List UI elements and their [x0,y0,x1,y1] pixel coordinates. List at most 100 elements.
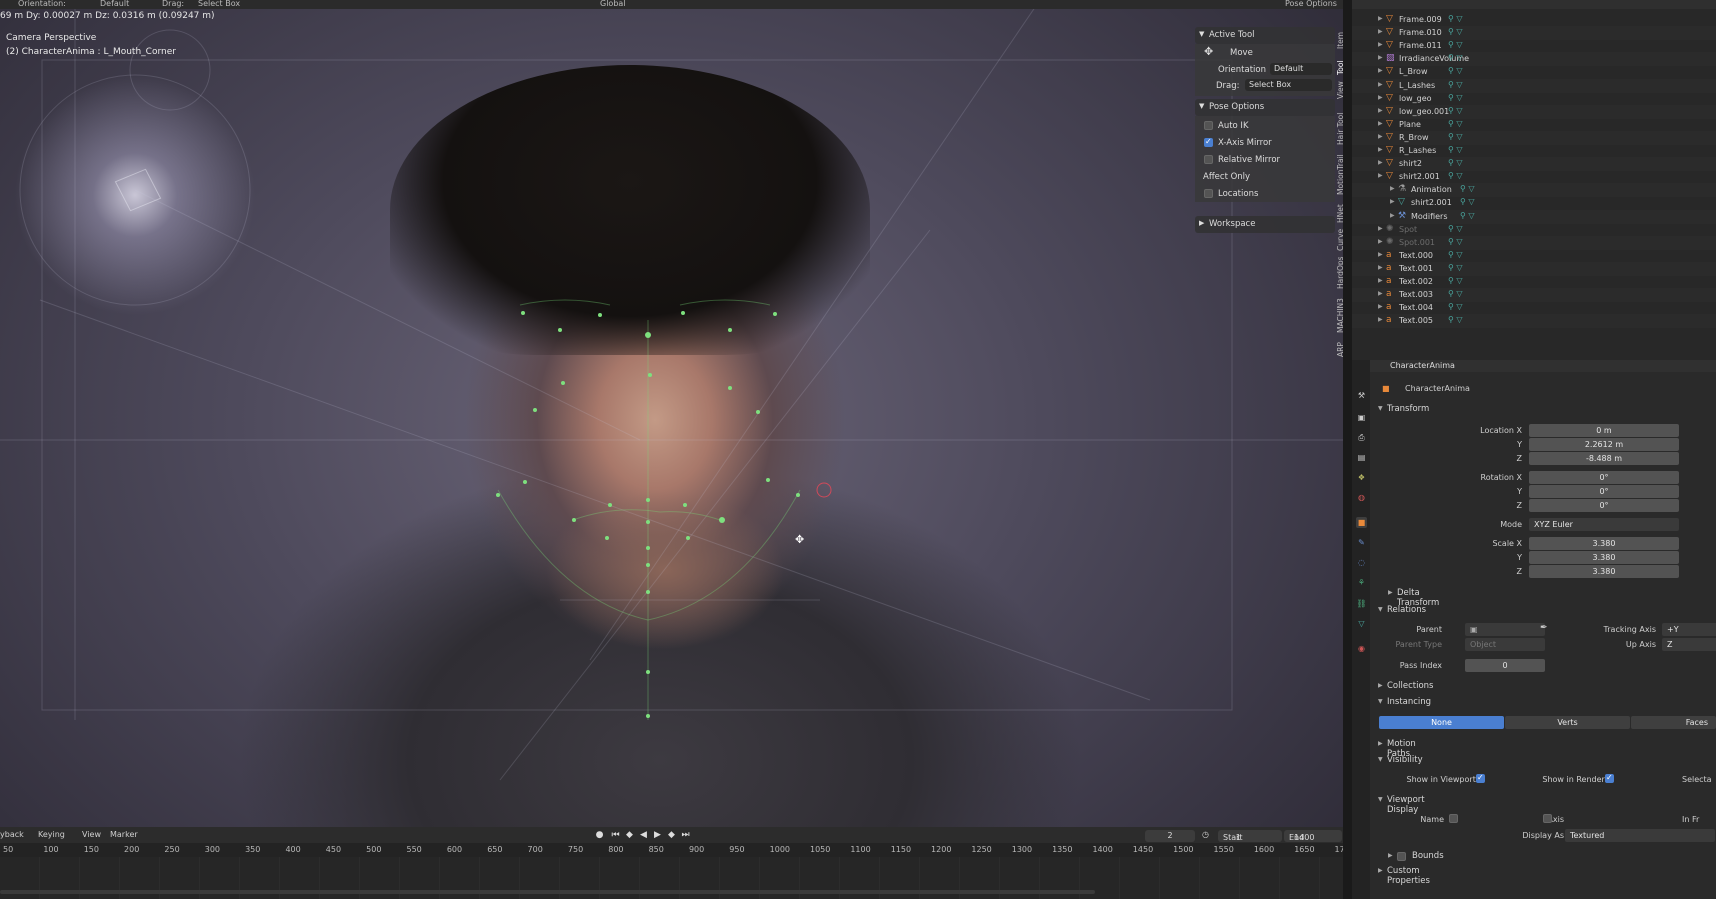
expand-icon[interactable]: ▶ [1378,264,1383,271]
modifier-data-icon[interactable]: ⚲ ▽ [1448,80,1463,89]
area-divider[interactable] [1343,0,1352,899]
expand-icon[interactable]: ▶ [1378,94,1383,101]
modifier-data-icon[interactable]: ⚲ ▽ [1460,197,1475,206]
modifier-data-icon[interactable]: ⚲ ▽ [1448,40,1463,49]
outliner-row[interactable]: ▶ ▽ shirt2.001 ⚲ ▽ [1352,196,1716,210]
expand-icon[interactable]: ▶ [1378,54,1383,61]
tracking-axis-select[interactable]: +Y [1662,623,1716,636]
record-button[interactable]: ● [594,830,605,841]
workspace-header[interactable]: ▶ Workspace [1195,216,1335,233]
rotation-z-field[interactable]: 0° [1529,499,1679,512]
outliner-row[interactable]: ▶ ▽ R_Brow ⚲ ▽ [1352,130,1716,145]
drag-select[interactable]: Select Box [1245,79,1332,91]
x-axis-mirror-checkbox[interactable] [1204,137,1213,147]
outliner-row[interactable]: ▶ ▽ R_Lashes ⚲ ▽ [1352,144,1716,158]
modifier-data-icon[interactable]: ⚲ ▽ [1448,224,1463,233]
modifier-data-icon[interactable]: ⚲ ▽ [1460,211,1475,220]
3d-viewport[interactable]: ✥ Orientation: Default Drag: Select Box … [0,0,1343,827]
pass-index-field[interactable]: 0 [1465,659,1545,672]
outliner-row[interactable]: ▶ a Text.000 ⚲ ▽ [1352,249,1716,263]
expand-icon[interactable]: ▶ [1378,67,1383,74]
expand-icon[interactable]: ▶ [1378,251,1383,258]
modifier-data-icon[interactable]: ⚲ ▽ [1448,263,1463,272]
outliner-row[interactable]: ▶ ⚒ Modifiers ⚲ ▽ [1352,209,1716,224]
modifier-data-icon[interactable]: ⚲ ▽ [1448,237,1463,246]
expand-icon[interactable]: ▶ [1378,238,1383,245]
expand-icon[interactable]: ▶ [1378,225,1383,232]
scene-tab-icon[interactable]: ❖ [1356,472,1367,483]
play-reverse-icon[interactable]: ◀ [638,830,649,841]
transform-orientation-dropdown[interactable]: Global [600,0,626,8]
eyedropper-icon[interactable]: ✒ [1540,623,1548,633]
expand-icon[interactable]: ▶ [1378,107,1383,114]
view-layer-tab-icon[interactable]: ▤ [1356,452,1367,463]
modifier-data-icon[interactable]: ⚲ ▽ [1448,93,1463,102]
expand-icon[interactable]: ▶ [1378,277,1383,284]
location-z-field[interactable]: -8.488 m [1529,452,1679,465]
outliner-row[interactable]: ▶ ▽ Frame.011 ⚲ ▽ [1352,39,1716,53]
outliner-row[interactable]: ▶ ⚗ Animation ⚲ ▽ [1352,183,1716,198]
outliner-row[interactable]: ▶ ▽ Plane ⚲ ▽ [1352,118,1716,132]
expand-icon[interactable]: ▶ [1390,185,1395,192]
locations-checkbox[interactable] [1204,189,1213,198]
output-tab-icon[interactable]: ⎙ [1356,432,1367,443]
modifier-data-icon[interactable]: ⚲ ▽ [1448,302,1463,311]
relative-mirror-checkbox[interactable] [1204,155,1213,164]
clock-icon[interactable]: ◷ [1202,830,1209,839]
end-frame-field[interactable]: End 1400 [1284,830,1342,842]
jump-end-icon[interactable]: ⏭ [680,830,691,841]
expand-icon[interactable]: ▶ [1378,316,1383,323]
parent-field[interactable]: ▣ [1465,623,1545,636]
modifier-data-icon[interactable]: ⚲ ▽ [1448,250,1463,259]
outliner-row[interactable]: ▶ a Text.005 ⚲ ▽ [1352,314,1716,329]
modifier-data-icon[interactable]: ⚲ ▽ [1448,14,1463,23]
modifier-data-icon[interactable]: ⚲ ▽ [1448,27,1463,36]
scale-y-field[interactable]: 3.380 [1529,551,1679,564]
instancing-faces-button[interactable]: Faces [1631,716,1716,729]
outliner-row[interactable]: ▶ a Text.004 ⚲ ▽ [1352,301,1716,315]
instancing-verts-button[interactable]: Verts [1505,716,1630,729]
expand-icon[interactable]: ▶ [1378,81,1383,88]
timeline-area[interactable] [0,857,1352,899]
object-tab-icon[interactable]: ■ [1356,517,1367,528]
modifier-data-icon[interactable]: ⚲ ▽ [1448,66,1463,75]
expand-icon[interactable]: ▶ [1378,159,1383,166]
outliner-row[interactable]: ▶ ▽ Frame.009 ⚲ ▽ [1352,13,1716,27]
expand-icon[interactable]: ▶ [1378,15,1383,22]
show-viewports-checkbox[interactable] [1476,773,1485,783]
playback-menu[interactable]: yback [0,830,24,839]
expand-icon[interactable]: ▶ [1378,290,1383,297]
rotation-x-field[interactable]: 0° [1529,471,1679,484]
rotation-mode-select[interactable]: XYZ Euler [1529,518,1679,531]
next-keyframe-icon[interactable]: ◆ [666,830,677,841]
outliner-row[interactable]: ▶ a Text.003 ⚲ ▽ [1352,288,1716,303]
rotation-y-field[interactable]: 0° [1529,485,1679,498]
outliner-row[interactable]: ▶ ▽ L_Brow ⚲ ▽ [1352,65,1716,79]
modifier-data-icon[interactable]: ⚲ ▽ [1448,171,1463,180]
material-tab-icon[interactable]: ◉ [1356,643,1367,654]
prev-keyframe-icon[interactable]: ◆ [624,830,635,841]
outliner-row[interactable]: ▶ ▧ IrradianceVolume ⚲ ▽ [1352,52,1716,67]
scale-x-field[interactable]: 3.380 [1529,537,1679,550]
pose-options-header[interactable]: ▼ Pose Options [1195,99,1335,116]
constraints-tab-icon[interactable]: ⛓ [1356,598,1367,609]
move-tool-icon[interactable]: ✥ [1204,45,1213,58]
display-as-select[interactable]: Textured [1565,829,1715,842]
location-x-field[interactable]: 0 m [1529,424,1679,437]
drag-dropdown[interactable]: Select Box [198,0,240,8]
timeline-scrollbar[interactable] [0,890,1095,894]
render-tab-icon[interactable]: ▣ [1356,412,1367,423]
bounds-checkbox[interactable] [1397,852,1406,861]
outliner-row[interactable]: ▶ ✺ Spot.001 ⚲ ▽ [1352,235,1716,250]
expand-icon[interactable]: ▶ [1378,133,1383,140]
modifier-data-icon[interactable]: ⚲ ▽ [1448,106,1463,115]
tool-tab-icon[interactable]: ⚒ [1356,390,1367,401]
outliner-row[interactable]: ▶ ▽ low_geo ⚲ ▽ [1352,92,1716,106]
active-tool-header[interactable]: ▼ Active Tool [1195,27,1335,44]
pose-options-dropdown[interactable]: Pose Options [1285,0,1337,8]
location-y-field[interactable]: 2.2612 m [1529,438,1679,451]
expand-icon[interactable]: ▶ [1378,28,1383,35]
modifier-data-icon[interactable]: ⚲ ▽ [1460,184,1475,193]
marker-menu[interactable]: Marker [110,830,138,839]
outliner-row[interactable]: ▶ ▽ Frame.010 ⚲ ▽ [1352,26,1716,41]
